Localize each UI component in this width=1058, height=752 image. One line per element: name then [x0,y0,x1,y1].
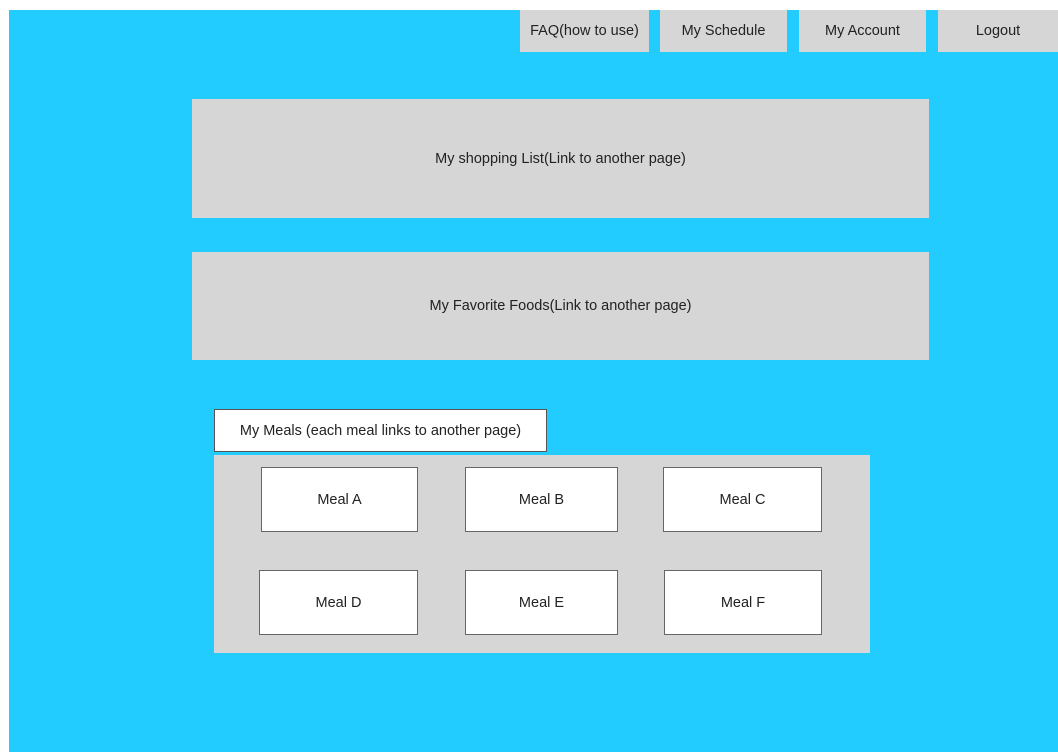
meal-b-card[interactable]: Meal B [465,467,618,532]
meal-e-card[interactable]: Meal E [465,570,618,635]
faq-button[interactable]: FAQ(how to use) [520,10,649,52]
meal-c-card[interactable]: Meal C [663,467,822,532]
my-account-button[interactable]: My Account [799,10,926,52]
logout-button[interactable]: Logout [938,10,1058,52]
meal-f-card[interactable]: Meal F [664,570,822,635]
meals-panel: Meal A Meal B Meal C Meal D Meal E Meal … [214,455,870,653]
shopping-list-link[interactable]: My shopping List(Link to another page) [192,99,929,218]
my-schedule-button[interactable]: My Schedule [660,10,787,52]
meal-a-card[interactable]: Meal A [261,467,418,532]
meal-d-card[interactable]: Meal D [259,570,418,635]
meals-section-label: My Meals (each meal links to another pag… [214,409,547,452]
page-canvas: FAQ(how to use) My Schedule My Account L… [9,10,1058,752]
favorite-foods-link[interactable]: My Favorite Foods(Link to another page) [192,252,929,360]
